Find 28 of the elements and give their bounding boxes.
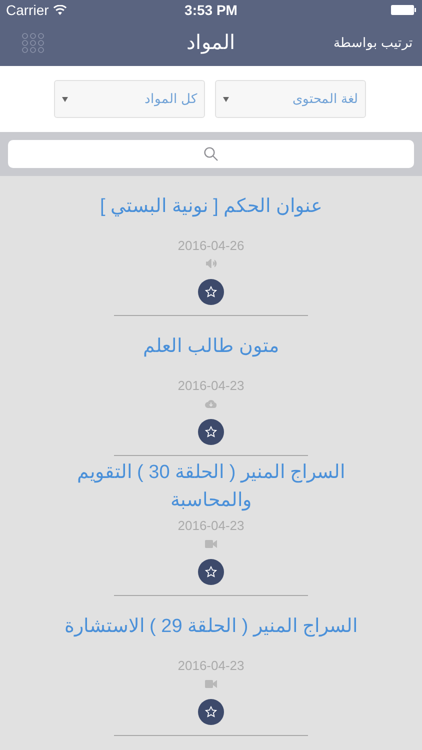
favorite-button[interactable]: [198, 699, 224, 726]
carrier-label: Carrier: [6, 0, 49, 20]
item-title[interactable]: السراج المنير ( الحلقة 29 ) الاستشارة: [64, 612, 358, 641]
sort-by-button[interactable]: ترتيب بواسطة: [333, 33, 413, 53]
caret-icon: [223, 96, 229, 102]
wifi-icon: [52, 5, 67, 15]
favorite-button[interactable]: [198, 419, 224, 446]
star-icon: [205, 286, 217, 298]
screen-title: المواد: [186, 31, 236, 56]
speaker-icon: [206, 259, 216, 268]
item-title[interactable]: متون طالب العلم: [143, 332, 279, 361]
battery-icon: [391, 5, 416, 15]
video-camera-icon: [205, 680, 217, 688]
video-camera-icon: [205, 540, 217, 548]
search-field[interactable]: [8, 140, 414, 168]
filter-dropdown[interactable]: كل المواد: [54, 80, 205, 118]
favorite-button[interactable]: [198, 279, 224, 306]
star-icon: [205, 706, 217, 718]
star-icon: [205, 426, 217, 438]
favorite-button[interactable]: [198, 559, 224, 586]
caret-icon: [62, 96, 68, 102]
clock: 3:53 PM: [184, 0, 238, 20]
search-icon: [204, 147, 218, 161]
item-title[interactable]: السراج المنير ( الحلقة 30 ) التقويم والمحاسبة: [36, 458, 386, 515]
cloud-download-icon: [205, 399, 217, 408]
item-title[interactable]: عنوان الحكم [ نونية البستي ]: [100, 192, 322, 221]
filter-dropdown[interactable]: لغة المحتوى: [215, 80, 366, 118]
star-icon: [205, 566, 217, 578]
